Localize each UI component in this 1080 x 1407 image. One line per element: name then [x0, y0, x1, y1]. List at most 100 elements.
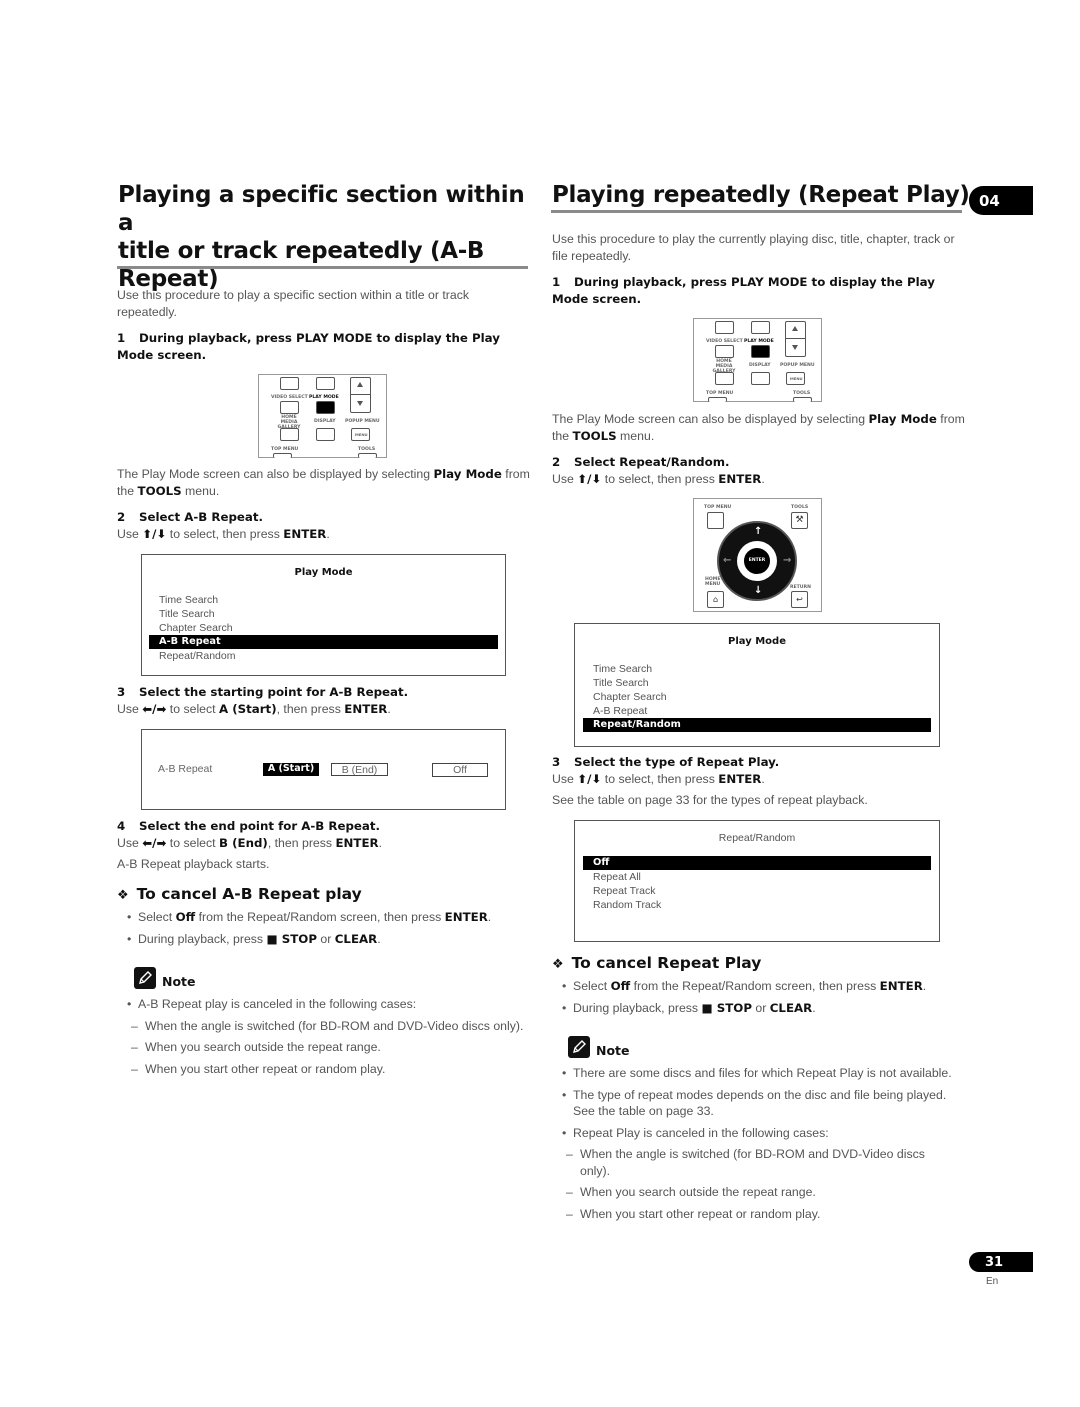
text: . [761, 471, 765, 486]
text: Use [552, 771, 574, 786]
text: . [812, 1000, 816, 1015]
bold-text: ENTER [718, 471, 762, 486]
return-button: ↩ [791, 591, 808, 608]
list-item: The type of repeat modes depends on the … [562, 1087, 957, 1120]
menu-label: MENU [355, 432, 368, 437]
text: , then press [276, 701, 345, 716]
list-item: During playback, press ■ STOP or CLEAR. [562, 1000, 972, 1017]
list-item: When you start other repeat or random pl… [127, 1061, 527, 1078]
text: . [387, 701, 391, 716]
home-menu-label: HOME MENU [705, 577, 721, 587]
remote-button [751, 372, 770, 385]
left-step-2: 2 Select A-B Repeat. Use ⬆/⬇ to select, t… [117, 509, 527, 542]
tools-label: TOOLS [793, 391, 811, 396]
right-step-3: 3 Select the type of Repeat Play. Use ⬆/⬇… [552, 754, 967, 809]
remote-illustration-play-mode: VIDEO SELECT PLAY MODE HOME MEDIA GALLER… [693, 318, 822, 402]
display-label: DISPLAY [314, 419, 336, 424]
menu-item[interactable]: A-B Repeat [583, 704, 931, 718]
text: . [761, 771, 765, 786]
play-mode-button [751, 345, 770, 358]
bold-text: ENTER [718, 771, 762, 786]
left-also-text: The Play Mode screen can also be display… [117, 466, 532, 499]
list-item: Select Off from the Repeat/Random screen… [127, 909, 542, 926]
text: . [487, 910, 492, 924]
remote-button [273, 453, 292, 458]
menu-item[interactable]: Title Search [583, 676, 931, 690]
remote-button [316, 428, 335, 441]
bold-text: STOP [277, 931, 317, 946]
text: The Play Mode screen can also be display… [552, 412, 869, 426]
text: to select [166, 835, 220, 850]
home-menu-button: ⌂ [707, 591, 724, 608]
play-mode-menu: Time Search Title Search Chapter Search A-B… [149, 593, 498, 663]
bold-text: A (Start) [219, 701, 277, 716]
left-step-1: 1 During playback, press PLAY MODE to dis… [117, 330, 527, 363]
diamond-bullet-icon: ❖ [552, 957, 564, 972]
off-option[interactable]: Off [432, 763, 488, 777]
text: to select, then press [166, 526, 284, 541]
text: Select [573, 979, 611, 993]
menu-label: MENU [790, 376, 803, 381]
screen-title: Play Mode [728, 636, 786, 647]
stop-icon: ■ [266, 931, 278, 946]
top-menu-label: TOP MENU [271, 447, 299, 452]
pencil-note-icon [568, 1035, 590, 1058]
menu-item[interactable]: Chapter Search [583, 690, 931, 704]
text: Use [117, 701, 139, 716]
text: menu. [616, 428, 655, 443]
stop-icon: ■ [701, 1000, 713, 1015]
list-item: Select Off from the Repeat/Random screen… [562, 978, 972, 995]
remote-button [280, 428, 299, 441]
text: . [378, 835, 383, 850]
list-item: Repeat Play is canceled in the following… [562, 1125, 957, 1142]
play-mode-screen: Play Mode Time Search Title Search Chapter… [141, 554, 506, 676]
title-line: Playing a specific section within a [118, 182, 525, 236]
step-number: 1 [552, 275, 561, 289]
pencil-note-icon [134, 966, 156, 989]
step-number: 2 [117, 510, 126, 524]
menu-item[interactable]: Repeat Track [583, 884, 931, 898]
menu-item[interactable]: Repeat All [583, 870, 931, 884]
bold-text: Off [610, 979, 631, 993]
text: menu. [181, 483, 220, 498]
text: The Play Mode screen can also be display… [117, 467, 434, 481]
text: Use [117, 526, 139, 541]
up-arrow-icon [792, 326, 798, 331]
remote-button [715, 345, 734, 358]
step-number: 2 [552, 455, 561, 469]
step-note: See the table on page 33 for the types o… [552, 793, 868, 807]
menu-item[interactable]: Repeat/Random [583, 718, 931, 732]
step-number: 4 [117, 819, 126, 833]
menu-item[interactable]: Time Search [583, 662, 931, 676]
menu-button: MENU [351, 428, 370, 441]
menu-item[interactable]: Title Search [149, 607, 498, 621]
bold-text: ENTER [283, 526, 327, 541]
text: Use [552, 471, 574, 486]
menu-item[interactable]: Off [583, 856, 931, 870]
remote-button [715, 372, 734, 385]
text: . [326, 526, 330, 541]
screen-title: Play Mode [294, 567, 353, 578]
menu-item[interactable]: A-B Repeat [149, 635, 498, 649]
right-step-1: 1 During playback, press PLAY MODE to dis… [552, 274, 962, 307]
bold-text: TOOLS [572, 428, 617, 443]
text: from the Repeat/Random screen, then pres… [630, 979, 880, 993]
menu-item[interactable]: Chapter Search [149, 621, 498, 635]
up-down-arrow-icon: ⬆/⬇ [577, 471, 602, 486]
step-result: A-B Repeat playback starts. [117, 857, 270, 871]
a-start-option[interactable]: A (Start) [263, 763, 319, 776]
b-end-option[interactable]: B (End) [331, 763, 388, 776]
menu-item[interactable]: Repeat/Random [149, 649, 498, 663]
left-note-heading: Note [134, 966, 196, 989]
title-line: title or track repeatedly (A-B [118, 238, 485, 264]
note-label: Note [596, 1043, 630, 1058]
menu-item[interactable]: Random Track [583, 898, 931, 912]
text: to select, then press [601, 471, 719, 486]
page-language: En [986, 1276, 999, 1287]
right-intro: Use this procedure to play the currently… [552, 232, 955, 263]
step-number: 3 [552, 755, 561, 769]
menu-item[interactable]: Time Search [149, 593, 498, 607]
remote-button [280, 401, 299, 414]
down-arrow-icon [792, 345, 798, 350]
step-text: Select the type of Repeat Play. [574, 755, 780, 769]
